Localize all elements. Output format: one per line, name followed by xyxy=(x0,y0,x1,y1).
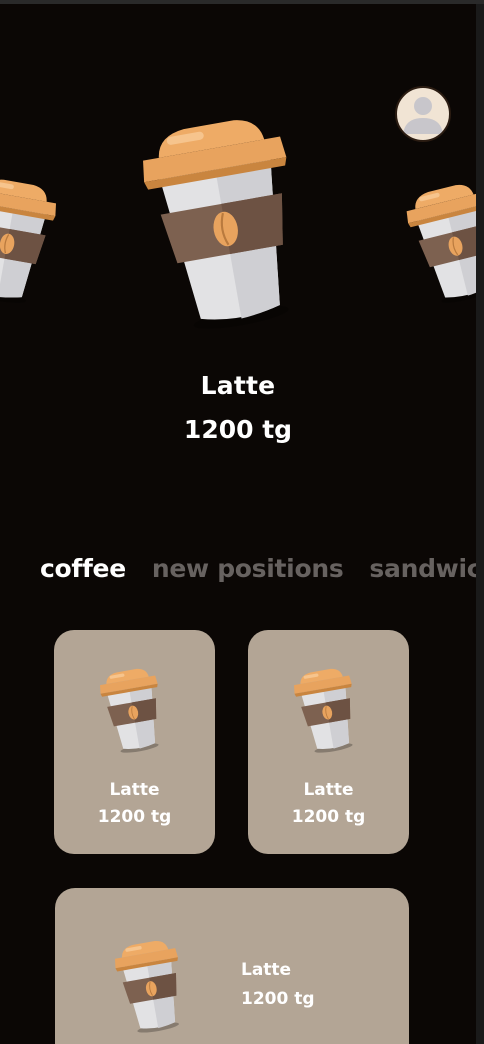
tab-new-positions[interactable]: new positions xyxy=(152,554,344,583)
carousel-prev-cup-icon[interactable] xyxy=(0,162,67,321)
tab-coffee[interactable]: coffee xyxy=(40,554,126,583)
product-card-wide[interactable]: Latte 1200 tg xyxy=(55,888,409,1044)
app-screen: Latte 1200 tg coffee new positions sandwic… xyxy=(0,4,476,1044)
product-card[interactable]: Latte 1200 tg xyxy=(248,630,409,854)
category-tabs: coffee new positions sandwiches xyxy=(40,554,476,583)
product-price: 1200 tg xyxy=(291,807,366,827)
tab-sandwiches[interactable]: sandwiches xyxy=(369,554,476,583)
product-price: 1200 tg xyxy=(97,807,172,827)
profile-avatar[interactable] xyxy=(395,86,451,142)
hero-coffee-cup-icon[interactable] xyxy=(123,105,328,345)
scrollbar[interactable] xyxy=(476,4,484,1044)
product-price: 1200 tg xyxy=(241,989,315,1009)
carousel-next-cup-icon[interactable] xyxy=(394,165,476,323)
hero-product-name: Latte xyxy=(200,371,276,400)
user-avatar-icon xyxy=(403,97,443,134)
product-name: Latte xyxy=(241,960,292,980)
product-name: Latte xyxy=(303,780,354,800)
hero-product-price: 1200 tg xyxy=(183,415,293,444)
coffee-cup-icon xyxy=(96,665,170,757)
coffee-cup-icon xyxy=(290,665,364,757)
product-card[interactable]: Latte 1200 tg xyxy=(54,630,215,854)
coffee-cup-icon xyxy=(111,937,191,1037)
product-name: Latte xyxy=(109,780,160,800)
